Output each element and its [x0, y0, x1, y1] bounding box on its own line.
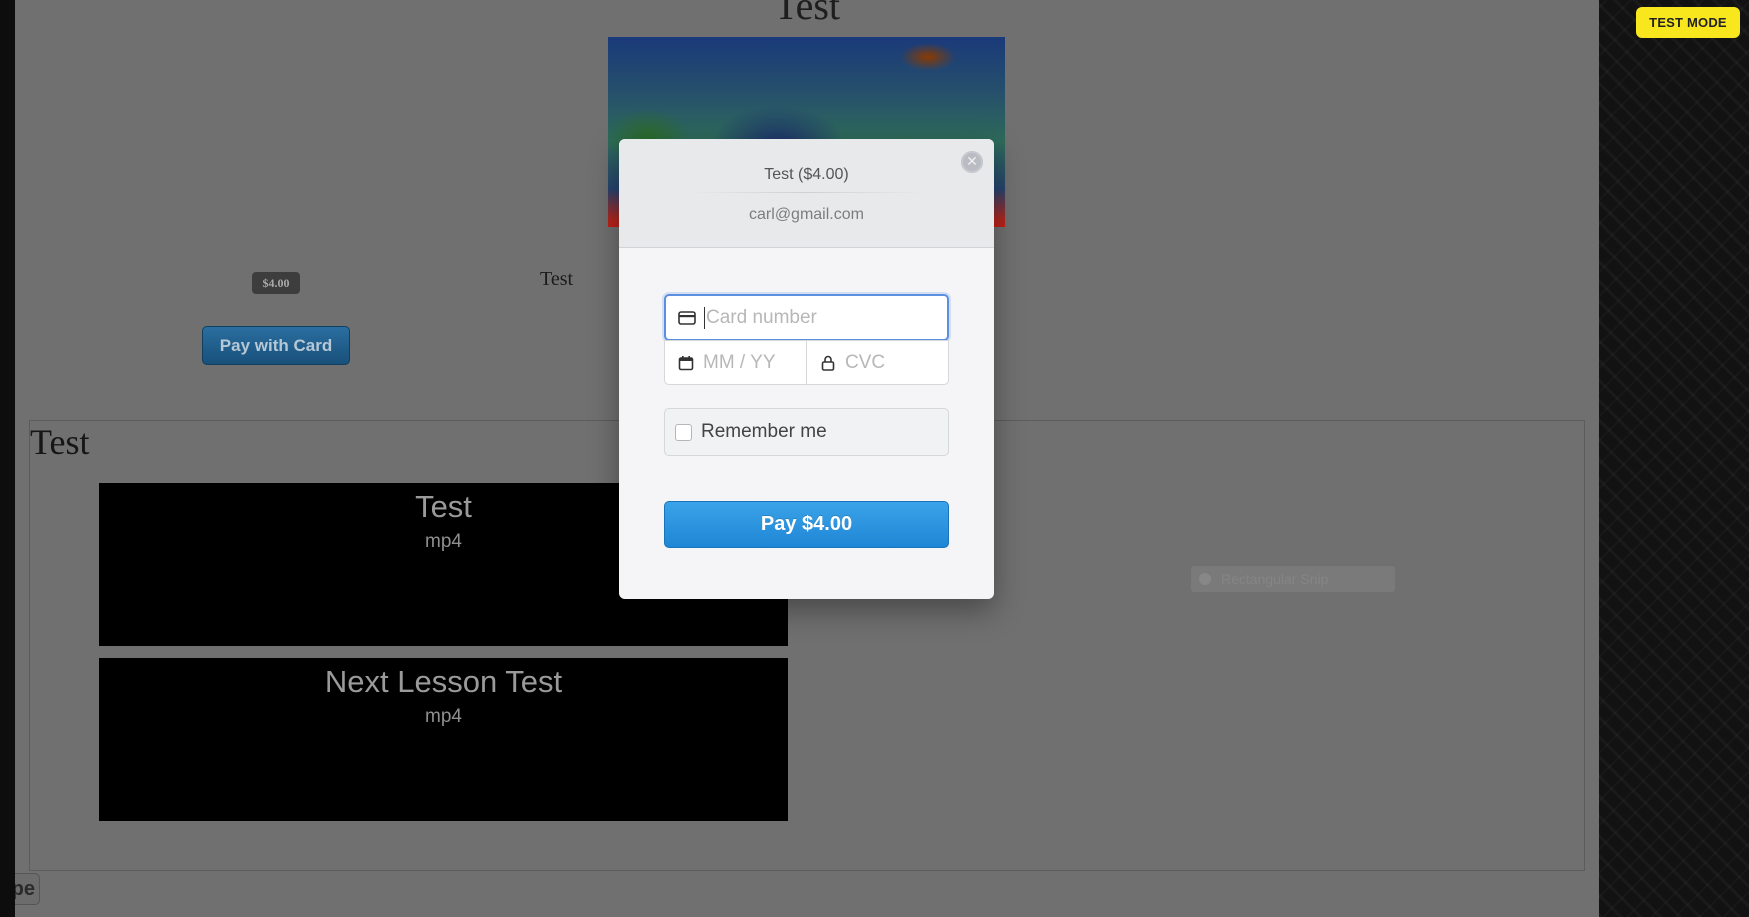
lock-icon: [813, 355, 843, 371]
cvc-placeholder: CVC: [845, 351, 886, 373]
card-number-placeholder: Card number: [706, 306, 817, 328]
checkout-title: Test ($4.00): [764, 166, 849, 183]
expiry-placeholder: MM / YY: [703, 351, 776, 373]
snip-label: Rectangular Snip: [1221, 571, 1329, 587]
close-icon[interactable]: ✕: [961, 151, 983, 173]
checkout-email: carl@gmail.com: [749, 206, 864, 223]
lesson-item[interactable]: Next Lesson Test mp4: [99, 658, 788, 821]
cvc-field[interactable]: CVC: [806, 340, 949, 385]
remember-me-checkbox[interactable]: [675, 423, 692, 441]
card-number-field[interactable]: Card number: [664, 294, 949, 341]
header-divider: [689, 192, 924, 193]
checkout-modal: Test ($4.00) carl@gmail.com ✕ Card numbe…: [619, 139, 994, 599]
left-edge: [0, 0, 15, 917]
product-name: Test: [540, 268, 574, 290]
section-title: Test: [30, 422, 90, 462]
snip-icon: [1199, 573, 1211, 585]
pay-with-card-button[interactable]: Pay with Card: [202, 326, 350, 365]
right-overlay-strip: [1599, 0, 1749, 917]
remember-me-label: Remember me: [701, 421, 827, 442]
lesson-title: Next Lesson Test: [324, 664, 563, 699]
snip-tool-chip: Rectangular Snip: [1191, 566, 1395, 592]
page-title: Test: [773, 0, 841, 28]
price-badge: $4.00: [252, 272, 300, 294]
modal-header: Test ($4.00) carl@gmail.com ✕: [619, 139, 994, 248]
remember-me-row[interactable]: Remember me: [664, 408, 949, 456]
credit-card-icon: [672, 310, 702, 325]
test-mode-badge: TEST MODE: [1636, 7, 1740, 38]
text-caret: [704, 306, 705, 329]
expiry-field[interactable]: MM / YY: [664, 340, 807, 385]
corner-tab[interactable]: pe: [15, 873, 40, 905]
lesson-format: mp4: [425, 706, 462, 727]
calendar-icon: [671, 355, 701, 371]
pay-button[interactable]: Pay $4.00: [664, 501, 949, 548]
